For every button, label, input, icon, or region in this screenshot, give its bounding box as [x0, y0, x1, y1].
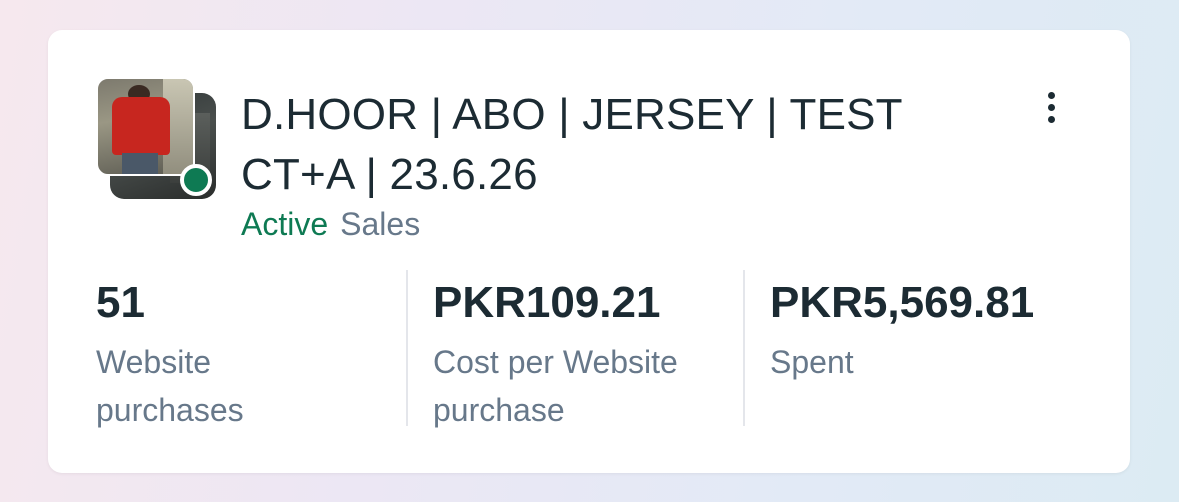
metric-spent[interactable]: PKR5,569.81 Spent: [770, 270, 1120, 426]
campaign-title[interactable]: D.HOOR | ABO | JERSEY | TEST CT+A | 23.6…: [241, 85, 1001, 205]
metric-value: PKR5,569.81: [770, 278, 1035, 327]
campaign-status-line: Active Sales: [241, 204, 420, 244]
metric-value: PKR109.21: [433, 278, 661, 327]
metric-label: Website purchases: [96, 344, 244, 428]
campaign-card[interactable]: D.HOOR | ABO | JERSEY | TEST CT+A | 23.6…: [48, 30, 1130, 473]
metric-label: Spent: [770, 344, 854, 380]
metric-value: 51: [96, 278, 145, 327]
campaign-thumbnail: [96, 77, 218, 199]
active-status-dot: [180, 164, 212, 196]
thumbnail-primary-image: [96, 77, 195, 176]
metric-cost-per-purchase[interactable]: PKR109.21 Cost per Website purchase: [433, 270, 733, 428]
more-options-icon[interactable]: [1034, 85, 1068, 129]
metric-website-purchases[interactable]: 51 Website purchases: [96, 270, 396, 428]
metric-divider: [406, 270, 408, 426]
objective-text: Sales: [340, 206, 421, 242]
metric-divider: [743, 270, 745, 426]
status-text: Active: [241, 206, 329, 242]
metric-label: Cost per Website purchase: [433, 344, 678, 428]
metrics-row: 51 Website purchases PKR109.21 Cost per …: [96, 270, 1126, 428]
